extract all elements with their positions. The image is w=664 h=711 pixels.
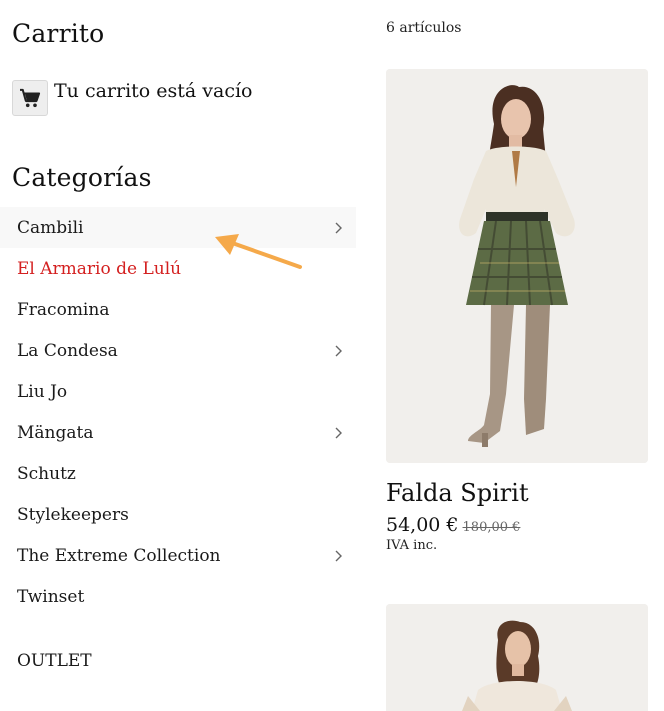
category-item-el-armario-de-lulu[interactable]: El Armario de Lulú	[0, 248, 356, 289]
product-price: 54,00 € 180,00 €	[386, 514, 520, 536]
category-label: Mängata	[17, 422, 94, 443]
chevron-right-icon[interactable]	[334, 427, 342, 439]
category-label: Fracomina	[17, 299, 110, 320]
category-item-fracomina[interactable]: Fracomina	[0, 289, 356, 330]
category-item-liu-jo[interactable]: Liu Jo	[0, 371, 356, 412]
category-label: Twinset	[17, 586, 85, 607]
current-price: 54,00 €	[386, 514, 459, 536]
category-item-twinset[interactable]: Twinset	[0, 576, 356, 617]
category-item-schutz[interactable]: Schutz	[0, 453, 356, 494]
category-label: Stylekeepers	[17, 504, 129, 525]
category-list: Cambili El Armario de Lulú Fracomina La …	[0, 207, 356, 617]
category-label: Schutz	[17, 463, 76, 484]
original-price: 180,00 €	[462, 520, 521, 535]
product-name[interactable]: Falda Spirit	[386, 479, 529, 507]
product-image[interactable]	[386, 69, 648, 463]
category-label: The Extreme Collection	[17, 545, 221, 566]
category-label: Liu Jo	[17, 381, 68, 402]
product-count: 6 artículos	[386, 20, 462, 36]
category-label: El Armario de Lulú	[17, 258, 182, 279]
chevron-right-icon[interactable]	[334, 345, 342, 357]
category-item-the-extreme-collection[interactable]: The Extreme Collection	[0, 535, 356, 576]
sidebar: Carrito Tu carrito está vacío Categorías…	[0, 0, 356, 711]
product-grid: 6 artículos Falda Spirit 54,00 € 180,00 …	[386, 0, 664, 711]
category-label: La Condesa	[17, 340, 118, 361]
category-item-outlet[interactable]: OUTLET	[17, 651, 92, 671]
category-label: Cambili	[17, 217, 84, 238]
category-item-cambili[interactable]: Cambili	[0, 207, 356, 248]
category-item-la-condesa[interactable]: La Condesa	[0, 330, 356, 371]
tax-note: IVA inc.	[386, 538, 438, 553]
cart-title: Carrito	[12, 19, 105, 48]
cart-summary: Tu carrito está vacío	[12, 80, 253, 116]
chevron-right-icon[interactable]	[334, 550, 342, 562]
shopping-cart-icon[interactable]	[12, 80, 48, 116]
category-item-mangata[interactable]: Mängata	[0, 412, 356, 453]
chevron-right-icon[interactable]	[334, 222, 342, 234]
product-image[interactable]	[386, 604, 648, 711]
cart-empty-message: Tu carrito está vacío	[54, 80, 253, 102]
category-item-stylekeepers[interactable]: Stylekeepers	[0, 494, 356, 535]
categories-title: Categorías	[12, 163, 152, 192]
